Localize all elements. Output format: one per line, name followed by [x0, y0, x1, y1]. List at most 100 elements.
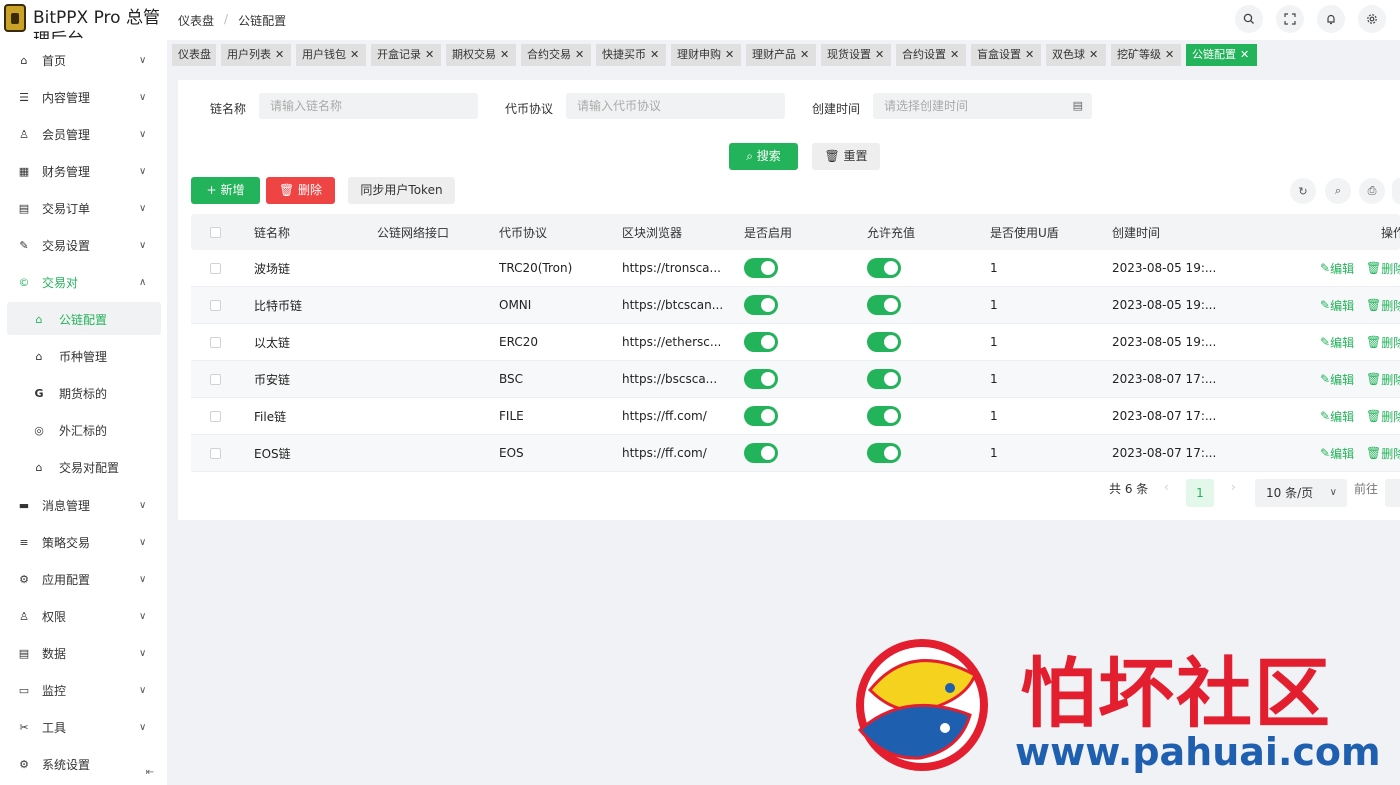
close-icon[interactable]: ✕: [1240, 48, 1249, 61]
enabled-toggle[interactable]: [744, 250, 778, 286]
tab-chain-config[interactable]: 公链配置 ✕: [1186, 44, 1257, 66]
edit-link[interactable]: ✎ 编辑: [1320, 398, 1354, 434]
sidebar-item-members[interactable]: ♙ 会员管理 ∨: [0, 116, 167, 153]
recharge-toggle[interactable]: [867, 361, 901, 397]
close-icon[interactable]: ✕: [275, 48, 284, 61]
tab-double-color-ball[interactable]: 双色球 ✕: [1046, 44, 1106, 66]
close-icon[interactable]: ✕: [350, 48, 359, 61]
close-icon[interactable]: ✕: [950, 48, 959, 61]
sidebar-item-home[interactable]: ⌂ 首页 ∨: [0, 42, 167, 79]
close-icon[interactable]: ✕: [1089, 48, 1098, 61]
tab-mining-level[interactable]: 挖矿等级 ✕: [1111, 44, 1181, 66]
sidebar-subitem-coin-manage[interactable]: ⌂ 币种管理: [0, 338, 167, 375]
sidebar-subitem-chain-config[interactable]: ⌂ 公链配置: [0, 301, 167, 338]
collapse-sidebar-icon[interactable]: ⇤: [143, 767, 157, 781]
protocol-input[interactable]: 请输入代币协议: [566, 93, 785, 119]
tab-contract-trade[interactable]: 合约交易 ✕: [521, 44, 591, 66]
edit-link[interactable]: ✎ 编辑: [1320, 435, 1354, 471]
tab-wealth-products[interactable]: 理财产品 ✕: [746, 44, 816, 66]
sidebar-item-data[interactable]: ▤ 数据 ∨: [0, 635, 167, 672]
goto-input[interactable]: [1385, 479, 1400, 507]
columns-icon[interactable]: [1392, 178, 1400, 204]
tab-wealth-purchase[interactable]: 理财申购 ✕: [671, 44, 741, 66]
next-page-icon[interactable]: ›: [1231, 480, 1236, 494]
enabled-toggle[interactable]: [744, 398, 778, 434]
sidebar-subitem-pair-config[interactable]: ⌂ 交易对配置: [0, 449, 167, 486]
close-icon[interactable]: ✕: [1165, 48, 1174, 61]
edit-link[interactable]: ✎ 编辑: [1320, 250, 1354, 286]
tab-quick-buy[interactable]: 快捷买币 ✕: [596, 44, 666, 66]
sidebar-item-tools[interactable]: ✂ 工具 ∨: [0, 709, 167, 746]
sidebar-item-finance[interactable]: ▦ 财务管理 ∨: [0, 153, 167, 190]
enabled-toggle[interactable]: [744, 324, 778, 360]
tab-box-records[interactable]: 开盒记录 ✕: [371, 44, 441, 66]
row-checkbox[interactable]: [210, 324, 221, 360]
tab-options-trade[interactable]: 期权交易 ✕: [446, 44, 516, 66]
sidebar-item-trading-pairs[interactable]: © 交易对 ∧: [0, 264, 167, 301]
bell-icon[interactable]: [1317, 5, 1345, 33]
tab-contract-settings[interactable]: 合约设置 ✕: [896, 44, 966, 66]
prev-page-icon[interactable]: ‹: [1164, 480, 1169, 494]
sidebar-item-content[interactable]: ☰ 内容管理 ∨: [0, 79, 167, 116]
recharge-toggle[interactable]: [867, 287, 901, 323]
tab-spot-settings[interactable]: 现货设置 ✕: [821, 44, 891, 66]
close-icon[interactable]: ✕: [500, 48, 509, 61]
delete-link[interactable]: 🗑 删除: [1366, 287, 1400, 323]
enabled-toggle[interactable]: [744, 287, 778, 323]
delete-link[interactable]: 🗑 删除: [1366, 398, 1400, 434]
close-icon[interactable]: ✕: [575, 48, 584, 61]
sidebar-item-messages[interactable]: ▬ 消息管理 ∨: [0, 487, 167, 524]
sidebar-subitem-forex[interactable]: ◎ 外汇标的: [0, 412, 167, 449]
edit-link[interactable]: ✎ 编辑: [1320, 361, 1354, 397]
close-icon[interactable]: ✕: [425, 48, 434, 61]
refresh-icon[interactable]: ↻: [1290, 178, 1316, 204]
sidebar-item-permissions[interactable]: ♙ 权限 ∨: [0, 598, 167, 635]
tab-user-list[interactable]: 用户列表 ✕: [221, 44, 291, 66]
row-checkbox[interactable]: [210, 398, 221, 434]
sidebar-item-trade-settings[interactable]: ✎ 交易设置 ∨: [0, 227, 167, 264]
row-checkbox[interactable]: [210, 287, 221, 323]
sidebar-item-monitor[interactable]: ▭ 监控 ∨: [0, 672, 167, 709]
print-icon[interactable]: ⎙: [1359, 178, 1385, 204]
close-icon[interactable]: ✕: [875, 48, 884, 61]
recharge-toggle[interactable]: [867, 250, 901, 286]
select-all-checkbox[interactable]: [210, 214, 221, 250]
recharge-toggle[interactable]: [867, 324, 901, 360]
search-button[interactable]: ⌕ 搜索: [729, 143, 798, 170]
delete-button[interactable]: 🗑 删除: [266, 177, 335, 204]
page-size-select[interactable]: 10 条/页 ∨: [1255, 479, 1347, 507]
row-checkbox[interactable]: [210, 435, 221, 471]
delete-link[interactable]: 🗑 删除: [1366, 361, 1400, 397]
reset-button[interactable]: 🗑 重置: [812, 143, 880, 170]
tab-blindbox-settings[interactable]: 盲盒设置 ✕: [971, 44, 1041, 66]
page-number[interactable]: 1: [1186, 479, 1214, 507]
gear-icon[interactable]: [1358, 5, 1386, 33]
delete-link[interactable]: 🗑 删除: [1366, 250, 1400, 286]
recharge-toggle[interactable]: [867, 398, 901, 434]
sidebar-item-orders[interactable]: ▤ 交易订单 ∨: [0, 190, 167, 227]
row-checkbox[interactable]: [210, 250, 221, 286]
add-button[interactable]: + 新增: [191, 177, 260, 204]
tab-user-wallet[interactable]: 用户钱包 ✕: [296, 44, 366, 66]
enabled-toggle[interactable]: [744, 435, 778, 471]
delete-link[interactable]: 🗑 删除: [1366, 324, 1400, 360]
chain-name-input[interactable]: 请输入链名称: [259, 93, 478, 119]
close-icon[interactable]: ✕: [725, 48, 734, 61]
search-icon[interactable]: [1235, 5, 1263, 33]
edit-link[interactable]: ✎ 编辑: [1320, 287, 1354, 323]
breadcrumb-item[interactable]: 仪表盘: [178, 12, 214, 29]
enabled-toggle[interactable]: [744, 361, 778, 397]
sidebar-item-strategy[interactable]: ≡ 策略交易 ∨: [0, 524, 167, 561]
close-icon[interactable]: ✕: [1025, 48, 1034, 61]
sidebar-item-app-config[interactable]: ⚙ 应用配置 ∨: [0, 561, 167, 598]
tab-dashboard[interactable]: 仪表盘: [172, 44, 216, 66]
delete-link[interactable]: 🗑 删除: [1366, 435, 1400, 471]
close-icon[interactable]: ✕: [800, 48, 809, 61]
created-time-picker[interactable]: 请选择创建时间 ▤: [873, 93, 1092, 119]
row-checkbox[interactable]: [210, 361, 221, 397]
sidebar-subitem-futures[interactable]: G 期货标的: [0, 375, 167, 412]
sidebar-item-system-settings[interactable]: ⚙ 系统设置: [0, 746, 167, 783]
sync-token-button[interactable]: 同步用户Token: [348, 177, 455, 204]
fullscreen-icon[interactable]: [1276, 5, 1304, 33]
close-icon[interactable]: ✕: [650, 48, 659, 61]
